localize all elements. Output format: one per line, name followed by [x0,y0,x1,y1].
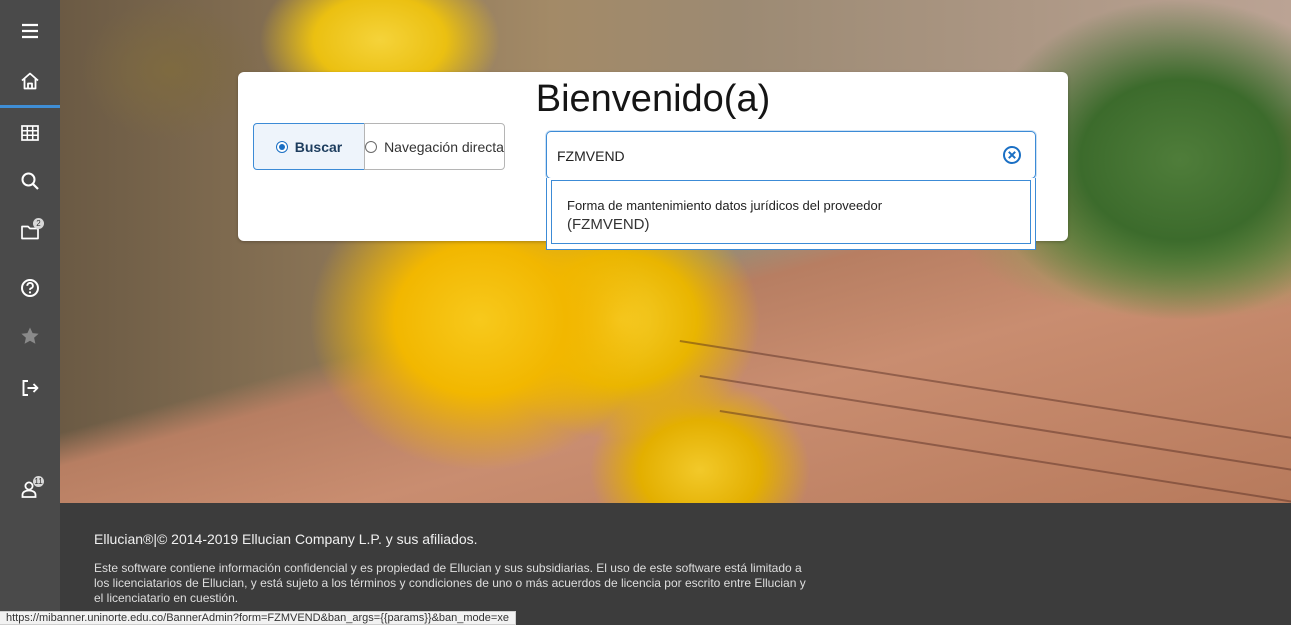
search-result-item[interactable]: Forma de mantenimiento datos jurídicos d… [551,180,1031,244]
search-mode-radio[interactable] [275,140,288,153]
star-icon [21,327,39,344]
search-mode-label: Buscar [294,138,343,155]
search-results-dropdown: Forma de mantenimiento datos jurídicos d… [546,178,1036,250]
clear-search-icon[interactable] [1002,145,1022,165]
home-icon [21,72,39,89]
sign-out-button[interactable] [0,365,60,411]
search-button[interactable] [0,158,60,204]
search-combobox: Forma de mantenimiento datos jurídicos d… [546,124,1042,250]
home-button[interactable] [0,56,60,108]
page-title: Bienvenido(a) [535,78,771,120]
direct-navigation-option[interactable]: Navegación directa [364,123,505,170]
hero-stair-line [679,340,1291,443]
search-field[interactable] [546,131,1036,179]
sign-out-icon [22,380,39,396]
search-result-title: Forma de mantenimiento datos jurídicos d… [567,198,883,213]
user-badge: 11 [33,476,44,487]
direct-navigation-radio[interactable] [365,140,378,153]
search-input[interactable] [555,144,989,168]
grid-icon [21,125,39,141]
search-mode-option[interactable]: Buscar [253,123,365,170]
user-profile-button[interactable]: 11 [0,466,60,512]
help-button[interactable] [0,265,60,311]
search-result-code: (FZMVEND) [567,216,650,233]
recent-items-button[interactable]: 2 [0,208,60,254]
direct-navigation-label: Navegación directa [384,138,504,155]
legal-notice: Este software contiene información confi… [94,561,806,605]
sidebar: 2 11 [0,0,60,623]
applications-button[interactable] [0,110,60,156]
copyright-text: Ellucian®|© 2014-2019 Ellucian Company L… [94,531,478,547]
folder-badge: 2 [33,218,44,229]
menu-icon [22,23,38,39]
help-icon [21,279,39,297]
favorites-button[interactable] [0,313,60,359]
footer: Ellucian®|© 2014-2019 Ellucian Company L… [60,503,1291,623]
search-icon [21,172,39,190]
menu-button[interactable] [0,8,60,54]
